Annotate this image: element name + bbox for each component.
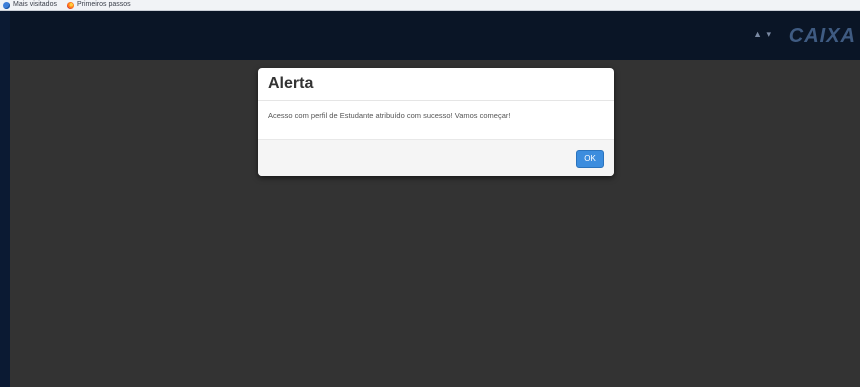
dialog-header: Alerta [258,68,614,101]
ok-button[interactable]: OK [576,150,604,168]
screen: Mais visitados Primeiros passos ▲ ▾ CAIX… [0,0,860,387]
bookmarks-toolbar: Mais visitados Primeiros passos [0,0,860,11]
user-menu-toggle[interactable]: ▲ ▾ [753,29,772,40]
globe-icon [3,1,10,9]
dialog-title: Alerta [268,75,314,92]
firefox-icon [66,1,74,9]
dialog-footer: OK [258,139,614,176]
bookmark-getting-started[interactable]: Primeiros passos [66,1,131,9]
bookmark-label: Mais visitados [13,1,57,8]
alert-dialog: Alerta Acesso com perfil de Estudante at… [258,68,614,176]
caixa-logo: CAIXA [788,25,856,47]
bookmark-most-visited[interactable]: Mais visitados [3,1,57,9]
app-header: ▲ ▾ CAIXA [10,11,860,60]
bookmark-label: Primeiros passos [76,1,131,8]
dialog-message: Acesso com perfil de Estudante atribuído… [268,111,511,120]
